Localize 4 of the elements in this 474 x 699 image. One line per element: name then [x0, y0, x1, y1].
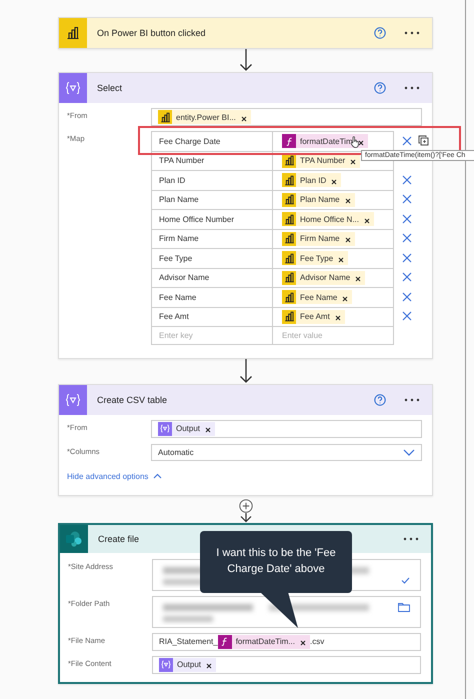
step-title: Select [97, 83, 124, 93]
step-title: On Power BI button clicked [97, 28, 207, 38]
step-title: Create file [98, 534, 140, 544]
step-title: Create CSV table [97, 394, 168, 404]
